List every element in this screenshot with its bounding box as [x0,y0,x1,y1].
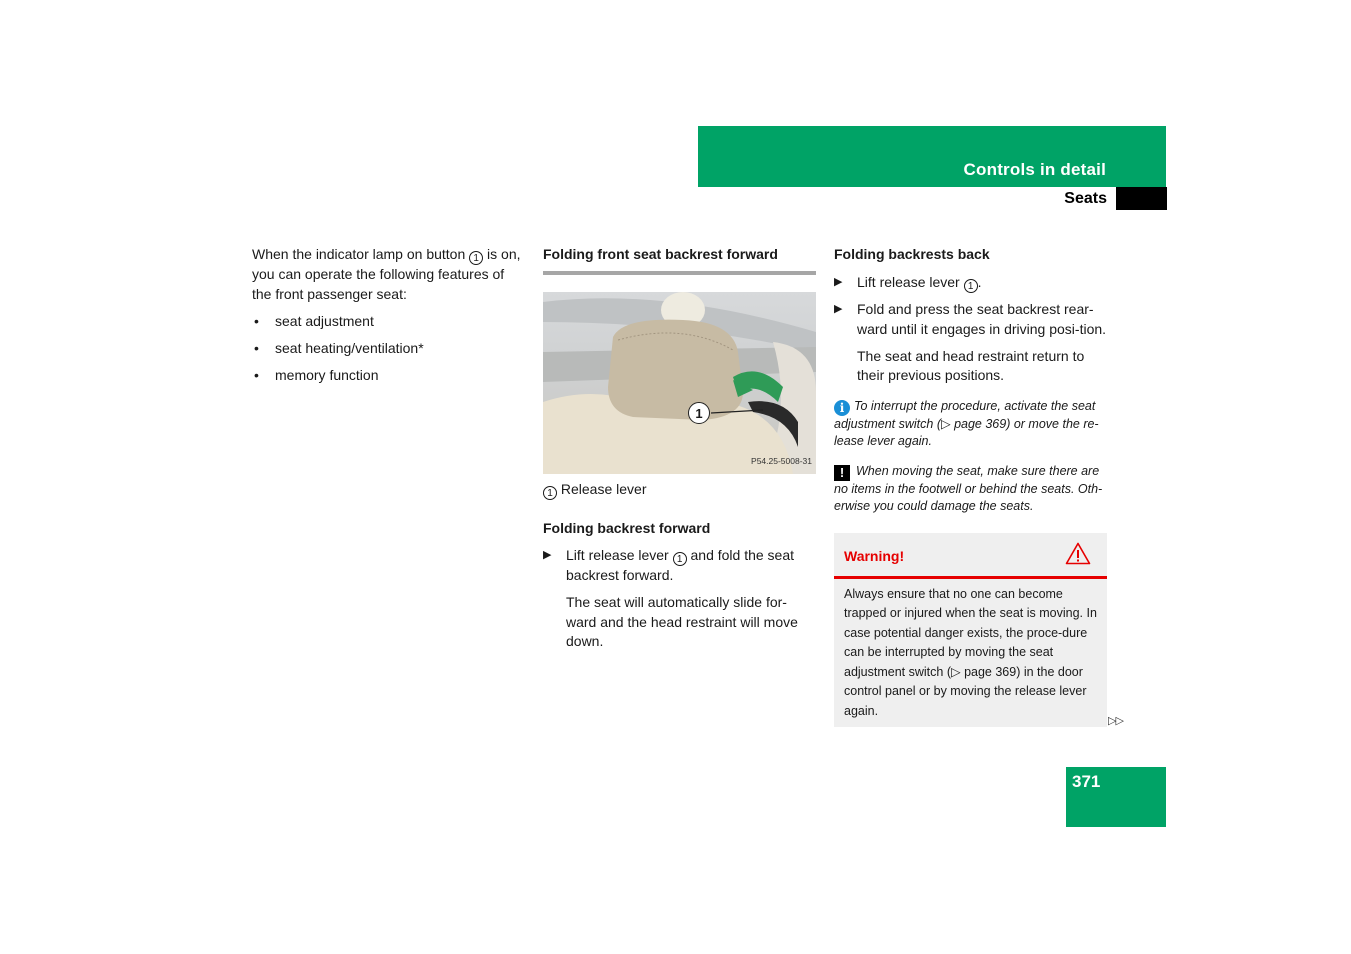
caution-note: ! When moving the seat, make sure there a… [834,463,1103,513]
chapter-header-bar: Controls in detail [698,126,1166,187]
page-number-box: 371 [1066,767,1166,827]
instruction-step: ▶ Lift release lever 1. [834,273,982,293]
bullet-icon: • [254,313,259,329]
list-item: • seat adjustment [252,312,527,332]
info-icon: i [834,399,850,416]
column-fold-back: Folding backrests back ▶ Lift release le… [834,245,1108,727]
instruction-step: ▶ Lift release lever 1 and fold the seat… [543,547,795,583]
callout-1-icon: 1 [963,278,978,293]
callout-1-marker: 1 [688,401,710,424]
callout-1-icon: 1 [543,485,557,500]
seat-illustration: 1 P54.25-5008-31 [543,291,816,474]
info-note: i To interrupt the procedure, activate th… [834,398,1099,448]
warning-text: Always ensure that no one can become tra… [844,586,1097,718]
column-fold-forward: Folding front seat backrest forward 1 P5… [543,245,816,652]
step-result: The seat will automatically slide for-wa… [566,594,798,649]
warning-header: Warning! [834,533,1107,579]
figure-code: P54.25-5008-31 [751,456,812,466]
subheading: Folding backrest forward [543,519,711,536]
section-marker-block [1116,187,1167,210]
continued-marker-icon: ▷▷ [1108,715,1124,727]
exclamation-icon: ! [834,464,850,481]
headrest-illustration [543,291,816,474]
intro-paragraph: When the indicator lamp on button 1 is o… [252,246,521,302]
instruction-step: ▶ Fold and press the seat backrest rear-… [834,301,1107,337]
section-title: Seats [1064,190,1107,207]
warning-title: Warning! [844,547,905,564]
callout-1-icon: 1 [469,251,484,265]
section-heading: Folding front seat backrest forward [543,245,816,275]
column-intro: When the indicator lamp on button 1 is o… [252,245,527,393]
list-item: • memory function [252,366,527,386]
warning-triangle-icon [1065,542,1091,564]
section-heading: Folding backrests back [834,246,990,262]
step-arrow-icon: ▶ [834,275,843,288]
warning-box: Warning! Always ensure that no one can b… [834,532,1107,727]
page-number: 371 [1072,772,1101,791]
step-arrow-icon: ▶ [834,303,843,315]
step-arrow-icon: ▶ [543,549,552,561]
callout-1-icon: 1 [672,552,687,566]
feature-list: • seat adjustment • seat heating/ventilati… [252,312,527,386]
step-result: The seat and head restraint return to th… [857,347,1085,384]
bullet-icon: • [254,367,259,383]
list-item: • seat heating/ventilation* [252,339,527,359]
figure-legend: 1 Release lever [543,480,816,500]
chapter-title: Controls in detail [963,160,1106,179]
bullet-icon: • [254,340,259,356]
